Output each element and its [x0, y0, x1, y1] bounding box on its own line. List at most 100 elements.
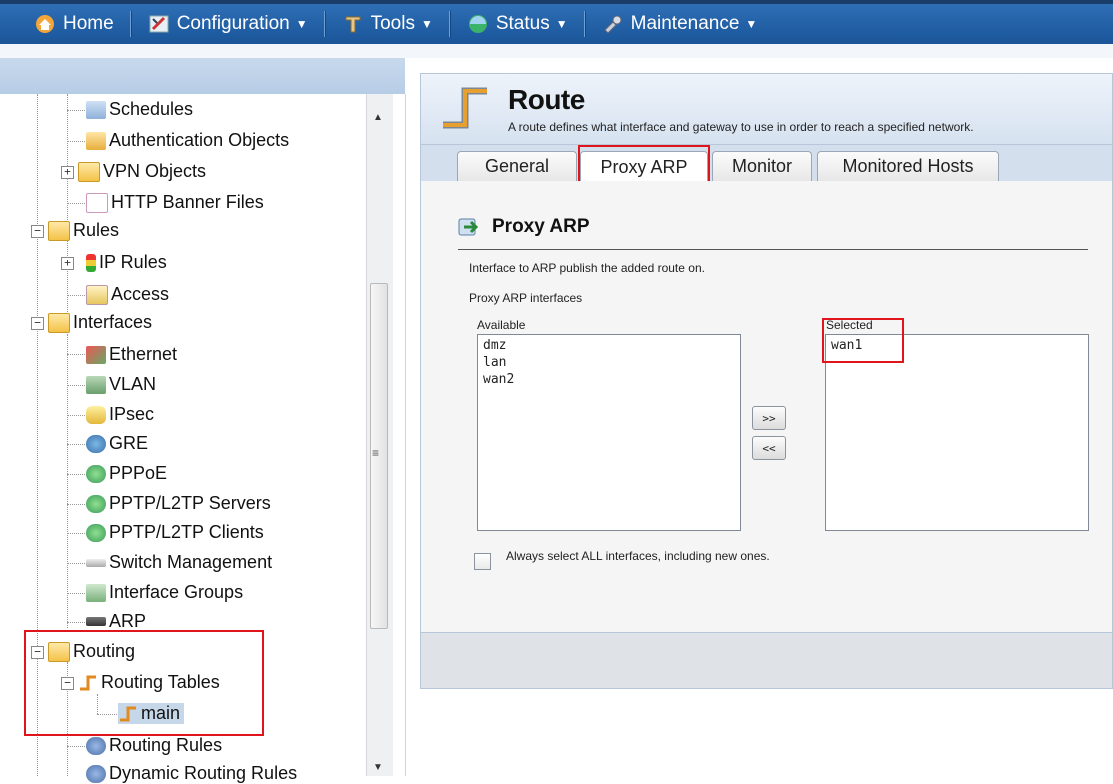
- tree-item-label: PPTP/L2TP Servers: [109, 493, 271, 513]
- nav-separator: [129, 11, 132, 37]
- tree-item-ethernet[interactable]: Ethernet: [86, 344, 177, 365]
- select-all-checkbox[interactable]: [474, 553, 491, 570]
- grip-icon: ≡: [372, 446, 380, 460]
- tree-item-pptp-l2tp-clients[interactable]: PPTP/L2TP Clients: [86, 522, 264, 543]
- tree-line: [67, 563, 85, 564]
- section-divider: [458, 249, 1088, 250]
- nav-separator: [448, 11, 451, 37]
- expand-icon[interactable]: +: [61, 257, 74, 270]
- tree-item-label: VPN Objects: [103, 161, 207, 181]
- route-editor: Route A route defines what interface and…: [420, 73, 1113, 691]
- tree-item-pppoe[interactable]: PPPoE: [86, 463, 167, 484]
- tree-item-label: Dynamic Routing Rules: [109, 763, 298, 783]
- tree-line: [67, 295, 85, 296]
- tree-line: [67, 444, 85, 445]
- scroll-down-icon[interactable]: ▼: [373, 762, 383, 773]
- nav-status-label: Status: [495, 13, 550, 34]
- ethernet-icon: [86, 345, 106, 364]
- tab-general[interactable]: General: [457, 151, 577, 181]
- tree-line: [67, 94, 68, 314]
- page-description: A route defines what interface and gatew…: [508, 120, 974, 134]
- switch-icon: [86, 558, 106, 567]
- tree-line: [67, 334, 68, 628]
- vlan-icon: [86, 375, 106, 394]
- tree-item-authentication-objects[interactable]: Authentication Objects: [86, 130, 289, 151]
- tree-item-arp[interactable]: ARP: [86, 611, 146, 632]
- tree-line: [67, 385, 85, 386]
- traffic-light-icon: [86, 253, 96, 272]
- pppoe-icon: [86, 464, 106, 483]
- tree-item-http-banner-files[interactable]: HTTP Banner Files: [86, 192, 264, 213]
- routing-highlight-box: [24, 630, 264, 736]
- help-text: Interface to ARP publish the added route…: [469, 261, 705, 275]
- schedule-icon: [86, 100, 106, 119]
- selected-interfaces-list[interactable]: wan1: [825, 334, 1089, 531]
- tree-item-access[interactable]: Access: [86, 284, 169, 305]
- list-item[interactable]: lan: [483, 354, 735, 371]
- tree-item-label: Rules: [73, 220, 120, 240]
- tree-item-label: GRE: [109, 433, 149, 453]
- tree-item-label: PPTP/L2TP Clients: [109, 522, 264, 542]
- tree-line: [67, 354, 85, 355]
- expand-icon[interactable]: +: [61, 166, 74, 179]
- collapse-icon[interactable]: −: [31, 225, 44, 238]
- tree-item-ipsec[interactable]: IPsec: [86, 404, 154, 425]
- tree-item-label: IP Rules: [99, 252, 167, 272]
- tree-item-interfaces[interactable]: Interfaces: [48, 312, 152, 333]
- client-icon: [86, 523, 106, 542]
- tree-line: [67, 504, 85, 505]
- collapse-icon[interactable]: −: [31, 317, 44, 330]
- tree-line: [67, 141, 85, 142]
- nav-bottom-strip: [0, 44, 1113, 58]
- tree-item-routing-rules[interactable]: Routing Rules: [86, 735, 222, 756]
- remove-interface-button[interactable]: <<: [752, 436, 786, 460]
- tree-item-label: Interfaces: [73, 312, 153, 332]
- tree-item-label: Authentication Objects: [109, 130, 290, 150]
- list-item[interactable]: dmz: [483, 337, 735, 354]
- lock-icon: [86, 405, 106, 424]
- configuration-icon: [148, 13, 170, 35]
- chevron-down-icon: ▼: [295, 17, 308, 31]
- home-icon: [34, 13, 56, 35]
- tree-item-label: Routing Rules: [109, 735, 223, 755]
- nav-home-label: Home: [63, 13, 114, 34]
- tree-item-gre[interactable]: GRE: [86, 433, 148, 454]
- tree-item-label: Ethernet: [109, 344, 178, 364]
- tree-item-switch-management[interactable]: Switch Management: [86, 552, 272, 573]
- tree-item-label: Schedules: [109, 99, 194, 119]
- tree-item-label: HTTP Banner Files: [111, 192, 264, 212]
- section-title: Proxy ARP: [492, 216, 590, 237]
- chevron-down-icon: ▼: [420, 17, 433, 31]
- access-icon: [86, 284, 108, 305]
- route-header: Route A route defines what interface and…: [420, 73, 1113, 145]
- folder-icon: [48, 312, 70, 333]
- tree-item-schedules[interactable]: Schedules: [86, 99, 193, 120]
- tab-label: Monitored Hosts: [842, 156, 974, 176]
- tree-item-pptp-l2tp-servers[interactable]: PPTP/L2TP Servers: [86, 493, 271, 514]
- tree-item-label: IPsec: [109, 404, 155, 424]
- tab-monitor[interactable]: Monitor: [712, 151, 812, 181]
- scroll-up-icon[interactable]: ▲: [373, 112, 383, 123]
- proxy-arp-icon: [458, 218, 479, 236]
- interface-groups-icon: [86, 583, 106, 602]
- tab-label: General: [484, 156, 550, 176]
- tree-item-vpn-objects[interactable]: VPN Objects: [78, 161, 206, 182]
- available-interfaces-list[interactable]: dmz lan wan2: [477, 334, 741, 531]
- tree-item-vlan[interactable]: VLAN: [86, 374, 156, 395]
- tree-item-interface-groups[interactable]: Interface Groups: [86, 582, 243, 603]
- tree-item-rules[interactable]: Rules: [48, 220, 119, 241]
- add-interface-button[interactable]: >>: [752, 406, 786, 430]
- panel-footer: [420, 633, 1113, 689]
- page-title: Route: [508, 84, 585, 115]
- tree-item-dynamic-routing-rules[interactable]: Dynamic Routing Rules: [86, 763, 297, 784]
- tools-icon: [342, 13, 364, 35]
- chevron-down-icon: ▼: [555, 17, 568, 31]
- chevron-down-icon: ▼: [745, 17, 758, 31]
- list-item[interactable]: wan2: [483, 371, 735, 388]
- arp-icon: [86, 617, 106, 626]
- tab-monitored-hosts[interactable]: Monitored Hosts: [817, 151, 999, 181]
- available-label: Available: [477, 318, 526, 332]
- nav-tools-label: Tools: [370, 13, 415, 34]
- file-icon: [86, 192, 108, 213]
- tree-item-ip-rules[interactable]: IP Rules: [86, 252, 167, 273]
